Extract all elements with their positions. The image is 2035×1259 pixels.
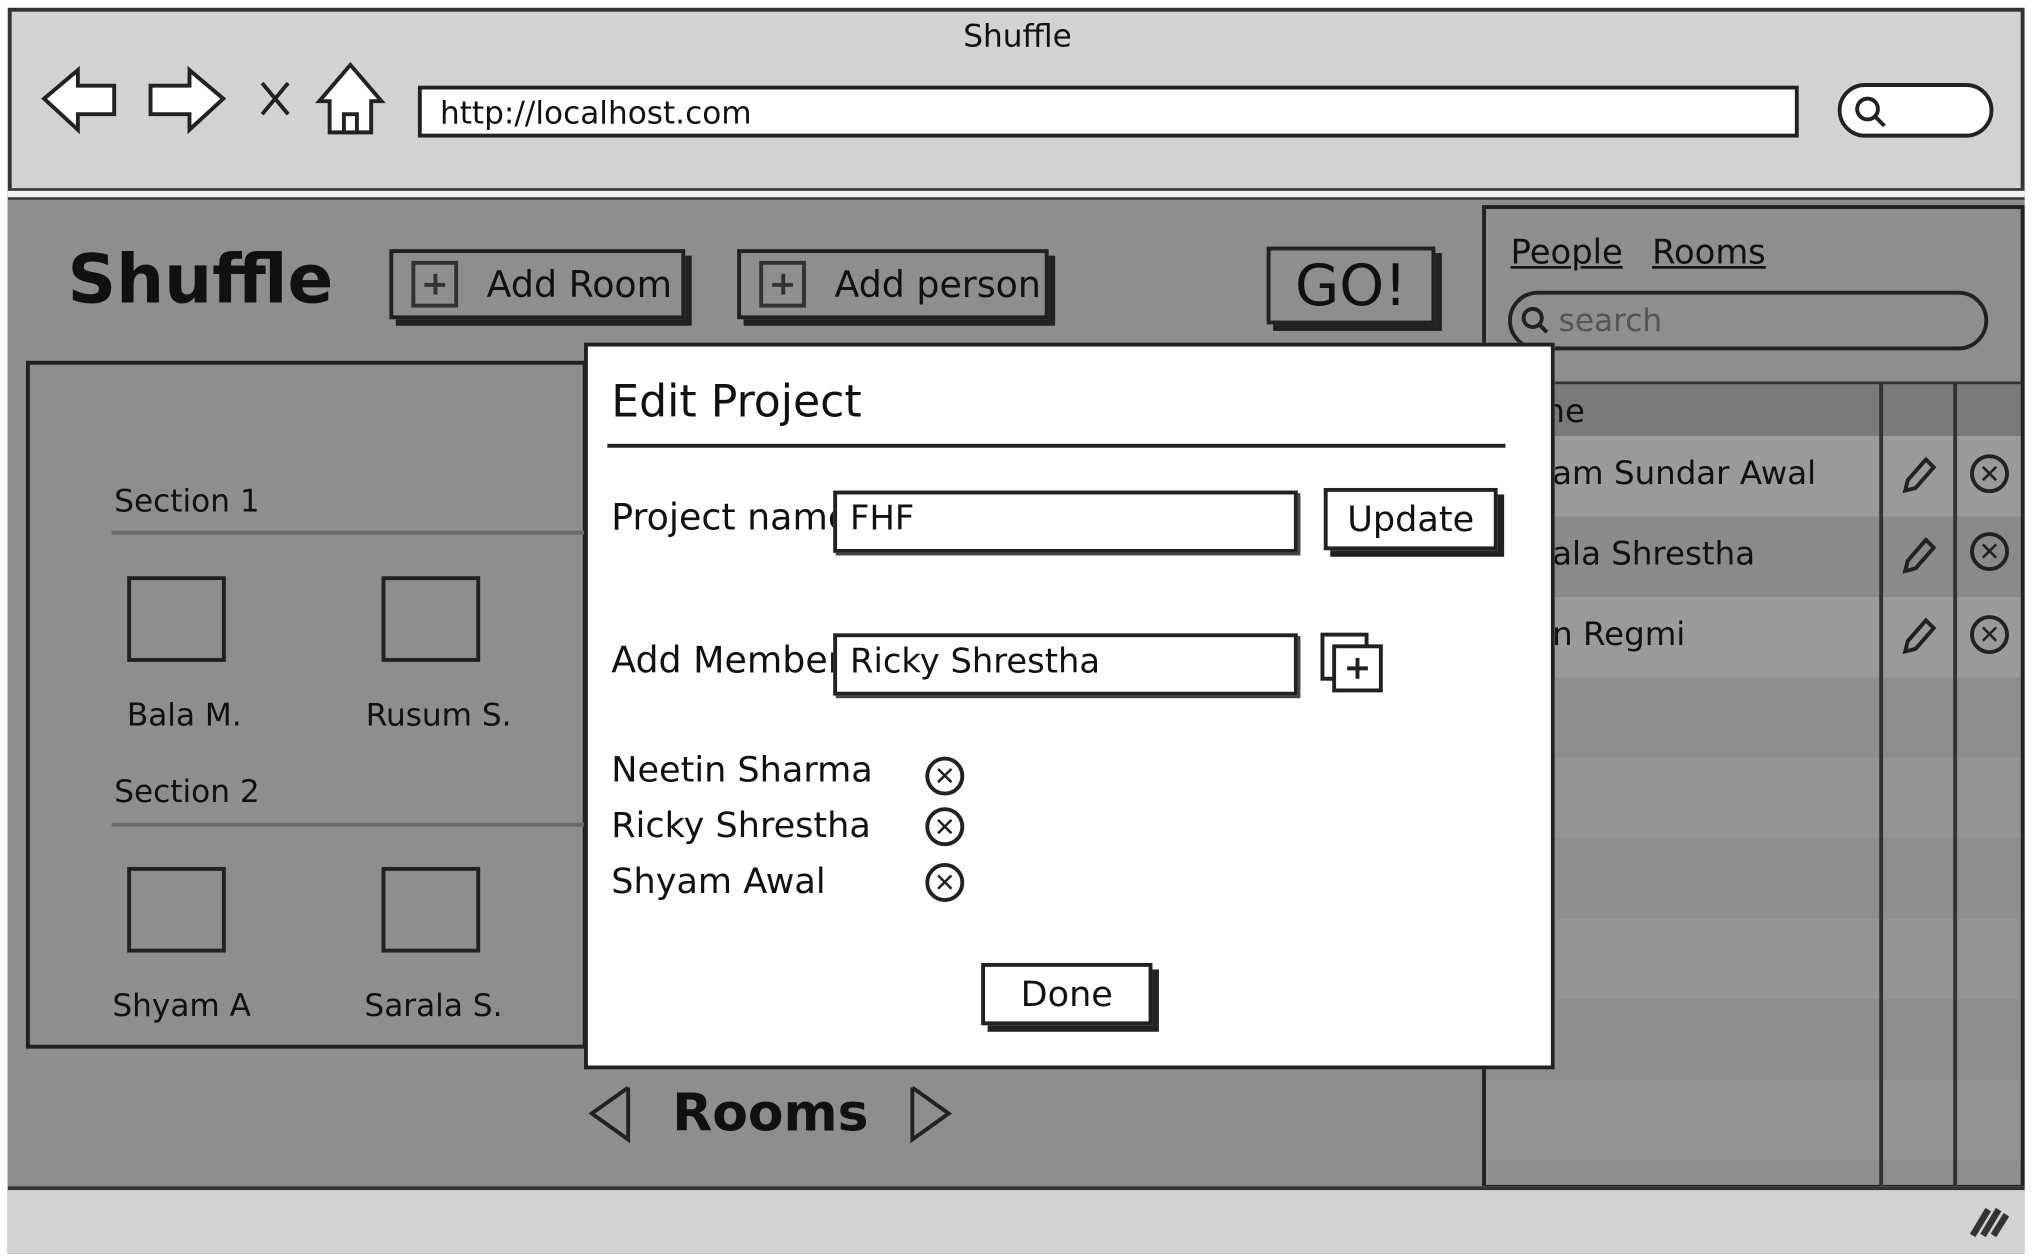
member-name: Neetin Sharma bbox=[611, 750, 873, 791]
done-button[interactable]: Done bbox=[981, 962, 1153, 1026]
room-icon[interactable] bbox=[127, 866, 226, 953]
table-row bbox=[1485, 757, 2021, 839]
add-person-button[interactable]: Add person bbox=[737, 249, 1049, 320]
project-name-input[interactable]: FHF bbox=[833, 490, 1298, 553]
forward-arrow-icon[interactable] bbox=[148, 65, 227, 135]
chevron-right-icon[interactable] bbox=[905, 1082, 957, 1144]
person-name-cell: ala Shrestha bbox=[1552, 534, 1756, 573]
toolbar-divider bbox=[7, 188, 2025, 200]
room-icon[interactable] bbox=[381, 576, 481, 662]
room-label: Bala M. bbox=[126, 696, 242, 734]
delete-circle-x-icon[interactable]: ✕ bbox=[1970, 615, 2009, 655]
person-name-cell: am Sundar Awal bbox=[1552, 454, 1817, 492]
address-bar[interactable]: http://localhost.com bbox=[417, 85, 1799, 138]
add-room-label: Add Room bbox=[486, 262, 673, 306]
table-row bbox=[1485, 1079, 2021, 1161]
delete-circle-x-icon[interactable]: ✕ bbox=[1970, 454, 2009, 494]
add-member-input[interactable]: Ricky Shrestha bbox=[833, 633, 1298, 696]
room-icon[interactable] bbox=[381, 866, 481, 953]
room-label: Shyam A bbox=[112, 987, 251, 1024]
search-icon bbox=[1855, 96, 1886, 128]
member-name: Ricky Shrestha bbox=[611, 805, 871, 847]
table-row bbox=[1485, 999, 2021, 1080]
add-member-icon[interactable] bbox=[1319, 631, 1389, 696]
chevron-left-icon[interactable] bbox=[584, 1082, 636, 1144]
room-label: Sarala S. bbox=[364, 987, 503, 1024]
people-search-input[interactable]: search bbox=[1508, 290, 1989, 351]
member-name: Shyam Awal bbox=[611, 861, 826, 902]
go-button[interactable]: GO! bbox=[1266, 246, 1436, 325]
room-label: Rusum S. bbox=[365, 696, 512, 734]
table-row bbox=[1485, 918, 2021, 1000]
column-divider bbox=[1879, 381, 1884, 1187]
tab-rooms[interactable]: Rooms bbox=[1652, 234, 1766, 273]
room-icon[interactable] bbox=[127, 576, 226, 662]
browser-title: Shuffle bbox=[963, 18, 1072, 55]
add-room-button[interactable]: Add Room bbox=[389, 249, 686, 320]
table-row bbox=[1485, 677, 2021, 758]
plus-icon bbox=[411, 260, 459, 308]
update-button[interactable]: Update bbox=[1323, 487, 1498, 551]
search-icon bbox=[1521, 306, 1549, 334]
edit-pencil-icon[interactable] bbox=[1897, 615, 1939, 657]
stop-icon[interactable] bbox=[260, 81, 290, 116]
go-label: GO! bbox=[1294, 252, 1408, 319]
plus-icon bbox=[759, 260, 806, 308]
edit-project-dialog bbox=[584, 342, 1555, 1070]
add-person-label: Add person bbox=[834, 262, 1041, 306]
tab-people[interactable]: People bbox=[1511, 234, 1623, 273]
app-title: Shuffle bbox=[67, 241, 334, 320]
browser-nav-icons bbox=[41, 62, 386, 135]
project-name-label: Project name bbox=[611, 495, 851, 539]
table-row bbox=[1485, 838, 2021, 919]
home-icon[interactable] bbox=[315, 62, 386, 135]
person-name-cell: n Regmi bbox=[1552, 615, 1686, 653]
delete-circle-x-icon[interactable]: ✕ bbox=[1970, 532, 2009, 572]
browser-status-bar bbox=[7, 1186, 2025, 1254]
back-arrow-icon[interactable] bbox=[41, 65, 117, 135]
browser-search-field[interactable] bbox=[1837, 83, 1994, 138]
add-member-label: Add Member bbox=[611, 638, 843, 682]
edit-pencil-icon[interactable] bbox=[1897, 454, 1939, 496]
dialog-title-divider bbox=[607, 443, 1506, 448]
rooms-pager-label: Rooms bbox=[672, 1083, 869, 1144]
remove-member-x-icon[interactable]: ✕ bbox=[925, 807, 965, 847]
remove-member-x-icon[interactable]: ✕ bbox=[925, 756, 965, 796]
resize-grip-icon[interactable] bbox=[1967, 1202, 2009, 1241]
section-divider bbox=[111, 530, 587, 535]
dialog-title: Edit Project bbox=[611, 376, 862, 429]
section-divider bbox=[111, 822, 587, 827]
section-1-label: Section 1 bbox=[114, 482, 260, 520]
section-2-label: Section 2 bbox=[114, 773, 260, 810]
remove-member-x-icon[interactable]: ✕ bbox=[925, 863, 965, 902]
column-divider bbox=[1953, 381, 1958, 1187]
edit-pencil-icon[interactable] bbox=[1897, 535, 1939, 577]
rooms-pager: Rooms bbox=[584, 1077, 957, 1150]
